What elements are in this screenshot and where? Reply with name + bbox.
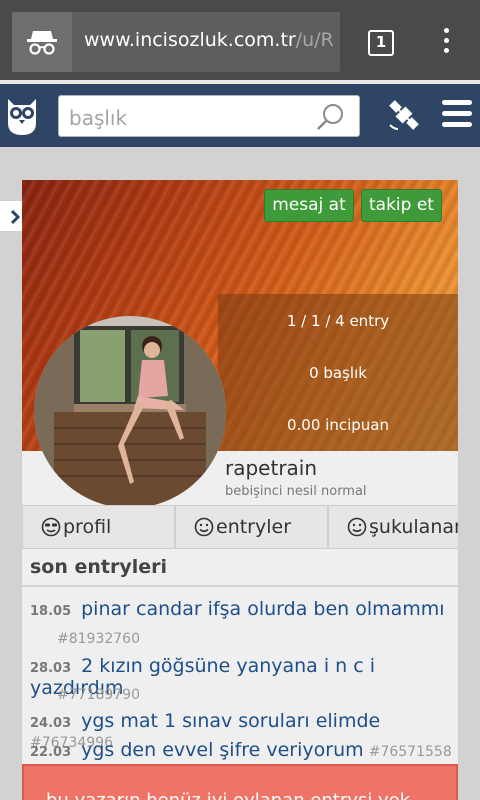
- info-alert: bu yazarın henüz iyi oylanan entrysi yok: [22, 764, 458, 800]
- list-item: 18.05 pinar candar ifşa olurda ben olmamm…: [30, 598, 455, 620]
- smiley-icon: [347, 517, 367, 537]
- owl-logo-icon[interactable]: [4, 93, 40, 141]
- section-divider: [22, 585, 458, 587]
- entry-title-link[interactable]: pinar candar ifşa olurda ben olmammı: [81, 598, 444, 620]
- entry-count[interactable]: 1 / 1 / 4 entry: [218, 312, 458, 330]
- browser-menu-icon[interactable]: [436, 28, 456, 56]
- incognito-icon[interactable]: [12, 12, 72, 72]
- username: rapetrain: [225, 456, 318, 480]
- topic-count[interactable]: 0 başlık: [218, 364, 458, 382]
- tab-profile[interactable]: profil: [22, 505, 175, 549]
- sunglasses-smiley-icon: [41, 517, 61, 537]
- avatar[interactable]: [34, 316, 226, 508]
- entry-id[interactable]: #77189790: [57, 687, 140, 703]
- tab-entries[interactable]: entryler: [175, 505, 328, 549]
- tab-upvoted-label: şukulananlar: [369, 516, 458, 538]
- alert-text: bu yazarın henüz iyi oylanan entrysi yok: [46, 790, 410, 800]
- entry-title-link[interactable]: ygs mat 1 sınav soruları elimde: [81, 710, 380, 732]
- tab-switcher-button[interactable]: 1: [368, 30, 394, 56]
- profile-tabs: profil entryler şukulananlar: [22, 505, 458, 549]
- entry-id[interactable]: #81932760: [57, 631, 140, 647]
- browser-toolbar: www.incisozluk.com.tr/u/R 1: [0, 0, 480, 84]
- list-item: 22.03 ygs den evvel şifre veriyorum #7657…: [30, 739, 455, 761]
- search-input[interactable]: başlık: [58, 95, 360, 137]
- user-rank: bebişinci nesil normal: [225, 484, 367, 499]
- address-bar[interactable]: www.incisozluk.com.tr/u/R: [72, 12, 340, 72]
- entry-date: 28.03: [30, 661, 72, 676]
- smiley-icon: [194, 517, 214, 537]
- entry-date: 22.03: [30, 745, 72, 760]
- entry-date: 18.05: [30, 604, 72, 619]
- entry-id[interactable]: #76571558: [369, 744, 452, 760]
- satellite-icon[interactable]: [384, 95, 424, 139]
- follow-button[interactable]: takip et: [361, 189, 442, 222]
- search-icon[interactable]: [315, 102, 345, 136]
- tab-profile-label: profil: [63, 516, 112, 538]
- send-message-button[interactable]: mesaj at: [264, 189, 354, 222]
- profile-stats: 1 / 1 / 4 entry 0 başlık 0.00 incipuan: [218, 294, 458, 451]
- points-count: 0.00 incipuan: [287, 416, 389, 434]
- url-host: www.incisozluk.com.tr: [84, 29, 296, 51]
- tab-entries-label: entryler: [216, 516, 292, 538]
- search-placeholder: başlık: [69, 106, 128, 130]
- entry-date: 24.03: [30, 716, 72, 731]
- menu-icon[interactable]: [442, 100, 472, 130]
- profile-card: mesaj at takip et 1 / 1 / 4 entry 0 başl…: [22, 180, 458, 800]
- site-header: başlık: [0, 84, 480, 147]
- chevron-right-icon: [10, 209, 21, 225]
- entry-title-link[interactable]: ygs den evvel şifre veriyorum: [81, 739, 364, 761]
- section-title: son entryleri: [30, 556, 168, 578]
- tab-upvoted[interactable]: şukulananlar: [328, 505, 458, 549]
- url-path: /u/R: [295, 29, 334, 51]
